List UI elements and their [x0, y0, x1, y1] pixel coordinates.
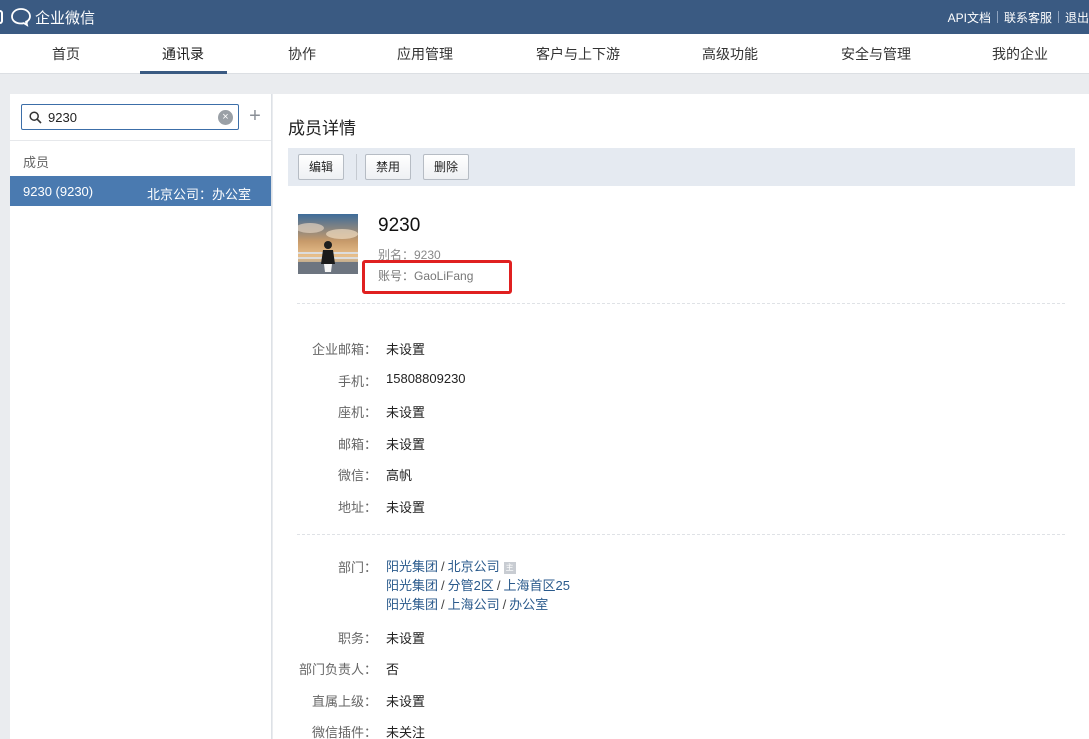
active-tab-indicator — [140, 71, 227, 74]
department-list: 阳光集团 / 北京公司主 阳光集团 / 分管2区 / 上海首区25 阳光集团 / 上海公司 / 办公… — [386, 556, 570, 613]
profile-name: 9230 — [378, 215, 421, 236]
department-link[interactable]: 阳光集团 — [386, 597, 438, 612]
member-search: × — [21, 104, 239, 130]
field-value: 未设置 — [386, 342, 426, 357]
field-value: 未设置 — [386, 631, 426, 646]
field-landline: 座机： 未设置 — [273, 402, 1089, 422]
field-label: 职务： — [337, 631, 377, 646]
department-link[interactable]: 办公室 — [509, 597, 548, 612]
field-label: 直属上级： — [311, 694, 377, 709]
tab-home[interactable]: 首页 — [52, 34, 80, 74]
field-value: 未设置 — [386, 694, 426, 709]
divider — [297, 303, 1065, 304]
disable-button[interactable]: 禁用 — [365, 154, 412, 180]
department-path: 阳光集团 / 分管2区 / 上海首区25 — [386, 578, 570, 593]
divider — [356, 154, 357, 180]
field-label: 手机： — [337, 374, 377, 389]
department-link[interactable]: 上海公司 — [448, 597, 500, 612]
field-wechat: 微信： 高帆 — [273, 465, 1089, 485]
department-path: 阳光集团 / 北京公司主 — [386, 559, 516, 574]
field-enterprise-email: 企业邮箱： 未设置 — [273, 339, 1089, 359]
department-link[interactable]: 北京公司 — [448, 559, 500, 574]
department-link[interactable]: 阳光集团 — [386, 578, 438, 593]
contact-support-link[interactable]: 联系客服 — [998, 9, 1058, 26]
tab-app-management[interactable]: 应用管理 — [397, 34, 453, 74]
field-value: 15808809230 — [386, 371, 466, 386]
app-title: 企业微信 — [35, 9, 96, 27]
add-member-button[interactable]: + — [246, 103, 264, 129]
app-logo[interactable]: 企业微信 — [0, 0, 95, 34]
tab-collaboration[interactable]: 协作 — [288, 34, 316, 74]
field-value: 未关注 — [386, 725, 426, 739]
field-department-head: 部门负责人： 否 — [273, 659, 1089, 679]
field-label: 微信： — [337, 468, 377, 483]
tab-advanced[interactable]: 高级功能 — [702, 34, 758, 74]
avatar[interactable] — [298, 214, 358, 274]
field-email: 邮箱： 未设置 — [273, 434, 1089, 454]
main-nav: 首页 通讯录 协作 应用管理 客户与上下游 高级功能 安全与管理 我的企业 — [0, 34, 1089, 74]
field-mobile: 手机： 15808809230 — [273, 371, 1089, 391]
field-label: 企业邮箱： — [311, 342, 377, 357]
delete-button[interactable]: 删除 — [423, 154, 470, 180]
field-position: 职务： 未设置 — [273, 628, 1089, 648]
field-value: 未设置 — [386, 437, 426, 452]
field-label: 邮箱： — [337, 437, 377, 452]
account-highlight-box — [362, 260, 512, 294]
tab-customers[interactable]: 客户与上下游 — [536, 34, 620, 74]
clear-search-icon[interactable]: × — [218, 110, 233, 125]
field-address: 地址： 未设置 — [273, 497, 1089, 517]
field-label: 座机： — [337, 405, 377, 420]
list-item-member[interactable]: 9230 (9230) 北京公司：办公室 — [10, 176, 271, 206]
member-detail-panel: 成员详情 编辑 禁用 删除 9230 别名：9230 账号：GaoLiFang … — [273, 94, 1089, 739]
field-label: 部门： — [337, 560, 377, 575]
field-label: 微信插件： — [311, 725, 377, 739]
department-link[interactable]: 阳光集团 — [386, 559, 438, 574]
edit-button[interactable]: 编辑 — [298, 154, 345, 180]
field-wechat-plugin: 微信插件： 未关注 — [273, 722, 1089, 739]
tab-my-enterprise[interactable]: 我的企业 — [992, 34, 1048, 74]
section-heading: 成员 — [23, 155, 50, 170]
field-value: 未设置 — [386, 405, 426, 420]
department-link[interactable]: 上海首区25 — [504, 578, 570, 593]
divider — [297, 534, 1065, 535]
wecom-logo-icon — [11, 8, 31, 27]
tab-contacts[interactable]: 通讯录 — [162, 34, 204, 74]
api-docs-link[interactable]: API文档 — [942, 9, 997, 26]
member-sidebar: × + 成员 9230 (9230) 北京公司：办公室 — [10, 94, 272, 739]
page-title: 成员详情 — [288, 119, 356, 138]
department-path: 阳光集团 / 上海公司 / 办公室 — [386, 597, 549, 612]
field-value: 否 — [386, 662, 400, 677]
member-name: 9230 (9230) — [23, 184, 94, 199]
member-department: 北京公司：办公室 — [147, 187, 252, 202]
field-value: 未设置 — [386, 500, 426, 515]
tab-security[interactable]: 安全与管理 — [841, 34, 911, 74]
search-icon — [29, 111, 42, 124]
logo-edge-icon — [0, 10, 3, 24]
divider — [10, 140, 271, 141]
field-direct-supervisor: 直属上级： 未设置 — [273, 691, 1089, 711]
field-label: 部门负责人： — [298, 662, 377, 677]
search-input[interactable] — [48, 108, 208, 126]
field-value: 高帆 — [386, 468, 413, 483]
department-link[interactable]: 分管2区 — [448, 578, 494, 593]
action-toolbar: 编辑 禁用 删除 — [288, 148, 1075, 186]
top-bar: 企业微信 API文档 联系客服 退出 — [0, 0, 1089, 34]
field-label: 地址： — [337, 500, 377, 515]
primary-department-badge: 主 — [503, 562, 516, 574]
logout-link[interactable]: 退出 — [1059, 9, 1089, 26]
top-links: API文档 联系客服 退出 — [942, 0, 1089, 34]
